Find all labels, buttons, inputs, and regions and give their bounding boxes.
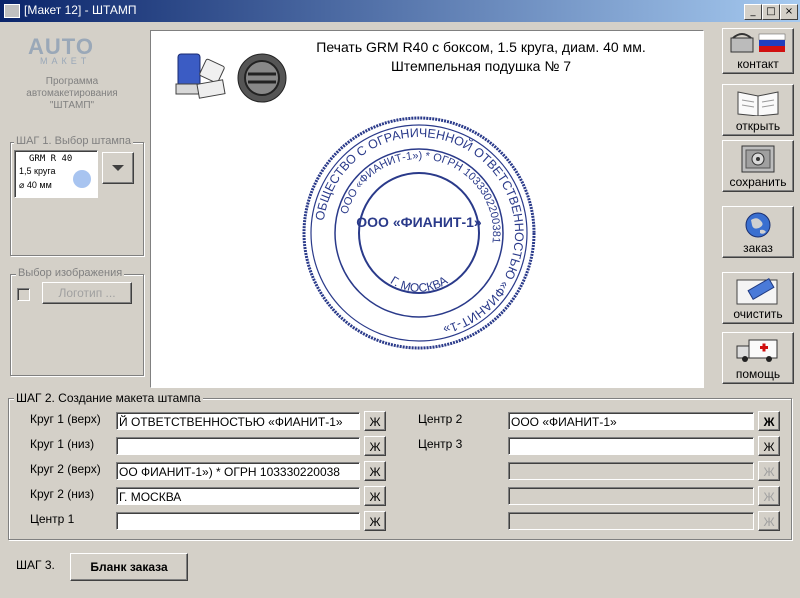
right-bold-button[interactable]: Ж <box>758 511 780 531</box>
right-bold-button[interactable]: Ж <box>758 486 780 506</box>
left-field-label: Круг 2 (верх) <box>30 462 101 476</box>
left-text-field[interactable]: Й ОТВЕТСТВЕННОСТЬЮ «ФИАНИТ-1» <box>116 412 360 430</box>
safe-icon <box>741 145 775 173</box>
right-text-field[interactable] <box>508 462 754 480</box>
triangle-down-icon <box>112 165 124 171</box>
left-field-label: Круг 1 (верх) <box>30 412 101 426</box>
left-text-field[interactable]: ОО ФИАНИТ-1») * ОГРН 103330220038 <box>116 462 360 480</box>
left-text-field[interactable]: Г. МОСКВА <box>116 487 360 505</box>
image-select-title: Выбор изображения <box>16 267 125 279</box>
step3-label: ШАГ 3. <box>16 558 55 572</box>
stamp-color-dot <box>73 170 91 188</box>
open-button[interactable]: открыть <box>722 84 794 136</box>
ambulance-icon <box>736 339 778 362</box>
phone-flag-icon <box>730 33 786 53</box>
help-label: помощь <box>735 367 781 381</box>
open-label: открыть <box>735 119 781 133</box>
logo-button[interactable]: Логотип ... <box>42 282 132 304</box>
right-bold-button[interactable]: Ж <box>758 436 780 456</box>
save-button[interactable]: сохранить <box>722 140 794 192</box>
help-button[interactable]: помощь <box>722 332 794 384</box>
right-text-field[interactable] <box>508 512 754 530</box>
open-book-icon <box>737 91 779 116</box>
logo-description: Программа автомакетирования "ШТАМП" <box>26 76 118 111</box>
left-text-field[interactable] <box>116 437 360 455</box>
save-label: сохранить <box>729 175 787 189</box>
window-title: [Макет 12] - ШТАМП <box>24 3 137 17</box>
left-text-field[interactable] <box>116 512 360 530</box>
maximize-button[interactable]: □ <box>762 4 780 20</box>
stamp-diameter: ⌀ 40 мм <box>19 180 52 190</box>
minimize-button[interactable]: _ <box>744 4 762 20</box>
left-bold-button[interactable]: Ж <box>364 461 386 481</box>
left-bold-button[interactable]: Ж <box>364 511 386 531</box>
logo-subtitle: МАКЕТ <box>40 56 91 66</box>
preview-title-line1: Печать GRM R40 с боксом, 1.5 круга, диам… <box>316 39 646 55</box>
stamp-dropdown-button[interactable] <box>102 152 134 184</box>
right-bold-button[interactable]: Ж <box>758 461 780 481</box>
order-form-button[interactable]: Бланк заказа <box>70 553 188 581</box>
eraser-icon <box>736 277 778 305</box>
stamp-box-icon <box>175 53 226 99</box>
close-button[interactable]: × <box>780 4 798 20</box>
order-label: заказ <box>743 241 773 255</box>
contact-button[interactable]: контакт <box>722 28 794 74</box>
stamp-bottom-text: Г. МОСКВА <box>388 273 450 295</box>
contact-label: контакт <box>737 57 779 71</box>
step1-title: ШАГ 1. Выбор штампа <box>14 135 133 147</box>
logo-checkbox[interactable] <box>17 288 30 301</box>
clear-button[interactable]: очистить <box>722 272 794 324</box>
globe-icon <box>745 212 771 238</box>
right-text-field[interactable]: ООО «ФИАНИТ-1» <box>508 412 754 430</box>
right-text-field[interactable] <box>508 487 754 505</box>
stamp-selector[interactable]: GRM R 40 1,5 круга ⌀ 40 мм <box>14 150 98 198</box>
stamp-center-text: ООО «ФИАНИТ-1» <box>356 214 482 230</box>
left-bold-button[interactable]: Ж <box>364 411 386 431</box>
order-button[interactable]: заказ <box>722 206 794 258</box>
left-bold-button[interactable]: Ж <box>364 486 386 506</box>
left-field-label: Центр 1 <box>30 512 75 526</box>
stamp-model: GRM R 40 <box>29 154 73 164</box>
left-field-label: Круг 1 (низ) <box>30 437 95 451</box>
left-field-label: Круг 2 (низ) <box>30 487 95 501</box>
right-text-field[interactable] <box>508 437 754 455</box>
right-bold-button[interactable]: Ж <box>758 411 780 431</box>
stamp-impression: ОБЩЕСТВО С ОГРАНИЧЕННОЙ ОТВЕТСТВЕННОСТЬЮ… <box>302 116 536 350</box>
title-bar: [Макет 12] - ШТАМП _ □ × <box>0 0 800 22</box>
right-field-label: Центр 3 <box>418 437 463 451</box>
step2-title: ШАГ 2. Создание макета штампа <box>14 391 203 405</box>
left-bold-button[interactable]: Ж <box>364 436 386 456</box>
stamp-pad-icon <box>237 53 287 103</box>
app-icon <box>4 4 20 18</box>
right-field-label: Центр 2 <box>418 412 463 426</box>
stamp-circles: 1,5 круга <box>19 166 56 176</box>
preview-title-line2: Штемпельная подушка № 7 <box>390 58 572 74</box>
clear-label: очистить <box>733 307 783 321</box>
